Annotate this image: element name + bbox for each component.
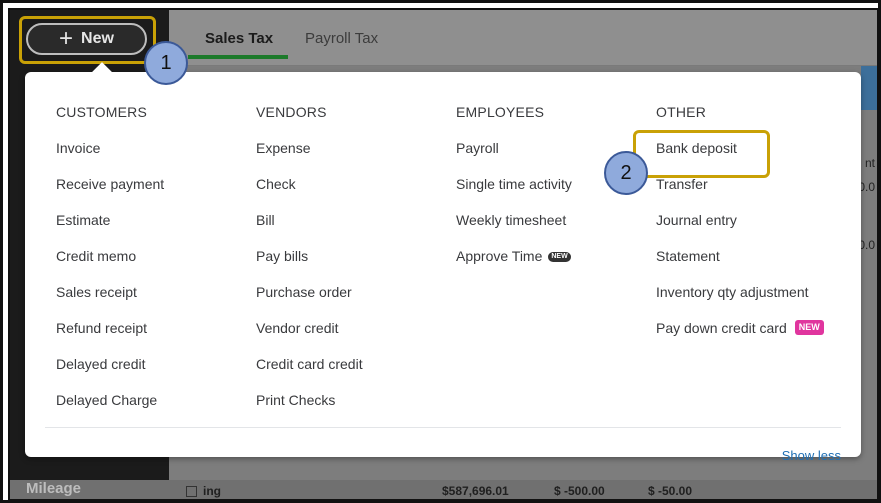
step-callout-2: 2 bbox=[604, 151, 648, 195]
new-badge: NEW bbox=[548, 252, 571, 262]
menu-item-weekly-timesheet[interactable]: Weekly timesheet bbox=[456, 212, 572, 248]
menu-item-credit-card-credit[interactable]: Credit card credit bbox=[256, 356, 363, 392]
screenshot-frame: nt 0.0 0.0 Sales Tax Payroll Tax Mileage… bbox=[0, 0, 881, 503]
column-heading: EMPLOYEES bbox=[456, 104, 545, 120]
sidebar-item-mileage[interactable]: Mileage bbox=[26, 480, 81, 497]
menu-item-print-checks[interactable]: Print Checks bbox=[256, 392, 363, 428]
table-cell: $ -500.00 bbox=[554, 484, 605, 498]
menu-item-purchase-order[interactable]: Purchase order bbox=[256, 284, 363, 320]
menu-item-delayed-credit[interactable]: Delayed credit bbox=[56, 356, 164, 392]
app-window: nt 0.0 0.0 Sales Tax Payroll Tax Mileage… bbox=[8, 8, 879, 501]
right-edge-panel bbox=[861, 66, 877, 110]
new-badge: NEW bbox=[794, 320, 824, 335]
step-callout-1: 1 bbox=[144, 41, 188, 85]
menu-item-approve-time[interactable]: Approve Time NEW bbox=[456, 248, 572, 284]
menu-item-credit-memo[interactable]: Credit memo bbox=[56, 248, 164, 284]
table-cell: $587,696.01 bbox=[442, 484, 509, 498]
menu-item-check[interactable]: Check bbox=[256, 176, 363, 212]
table-cell: $ -50.00 bbox=[648, 484, 693, 498]
menu-item-pay-bills[interactable]: Pay bills bbox=[256, 248, 363, 284]
menu-item-label: Pay down credit card bbox=[656, 320, 787, 336]
menu-item-label: Approve Time bbox=[456, 248, 543, 264]
menu-column-customers: CUSTOMERS Invoice Receive payment Estima… bbox=[56, 104, 164, 428]
table-cell: ing bbox=[203, 484, 221, 498]
highlight-box-bank-deposit bbox=[633, 130, 770, 178]
column-heading: OTHER bbox=[656, 104, 706, 120]
expand-icon[interactable] bbox=[186, 486, 197, 497]
right-edge-text: nt bbox=[864, 156, 875, 170]
menu-item-statement[interactable]: Statement bbox=[656, 248, 824, 284]
menu-item-estimate[interactable]: Estimate bbox=[56, 212, 164, 248]
new-menu-panel: CUSTOMERS Invoice Receive payment Estima… bbox=[25, 62, 861, 463]
menu-item-pay-down-credit-card[interactable]: Pay down credit card NEW bbox=[656, 320, 824, 356]
tab-sales-tax[interactable]: Sales Tax bbox=[205, 30, 273, 47]
menu-item-transfer[interactable]: Transfer bbox=[656, 176, 824, 212]
menu-item-sales-receipt[interactable]: Sales receipt bbox=[56, 284, 164, 320]
active-tab-indicator bbox=[188, 55, 288, 59]
menu-item-inventory-qty-adjustment[interactable]: Inventory qty adjustment bbox=[656, 284, 824, 320]
menu-item-bill[interactable]: Bill bbox=[256, 212, 363, 248]
menu-item-expense[interactable]: Expense bbox=[256, 140, 363, 176]
show-less-link[interactable]: Show less bbox=[782, 448, 841, 463]
highlight-box-new bbox=[19, 16, 156, 64]
tab-payroll-tax[interactable]: Payroll Tax bbox=[305, 30, 378, 47]
menu-item-payroll[interactable]: Payroll bbox=[456, 140, 572, 176]
menu-item-refund-receipt[interactable]: Refund receipt bbox=[56, 320, 164, 356]
column-heading: VENDORS bbox=[256, 104, 327, 120]
menu-item-receive-payment[interactable]: Receive payment bbox=[56, 176, 164, 212]
menu-item-single-time-activity[interactable]: Single time activity bbox=[456, 176, 572, 212]
column-heading: CUSTOMERS bbox=[56, 104, 147, 120]
menu-item-journal-entry[interactable]: Journal entry bbox=[656, 212, 824, 248]
menu-divider bbox=[45, 427, 841, 428]
menu-item-delayed-charge[interactable]: Delayed Charge bbox=[56, 392, 164, 428]
menu-column-employees: EMPLOYEES Payroll Single time activity W… bbox=[456, 104, 572, 284]
menu-item-invoice[interactable]: Invoice bbox=[56, 140, 164, 176]
menu-column-vendors: VENDORS Expense Check Bill Pay bills Pur… bbox=[256, 104, 363, 428]
menu-item-vendor-credit[interactable]: Vendor credit bbox=[256, 320, 363, 356]
